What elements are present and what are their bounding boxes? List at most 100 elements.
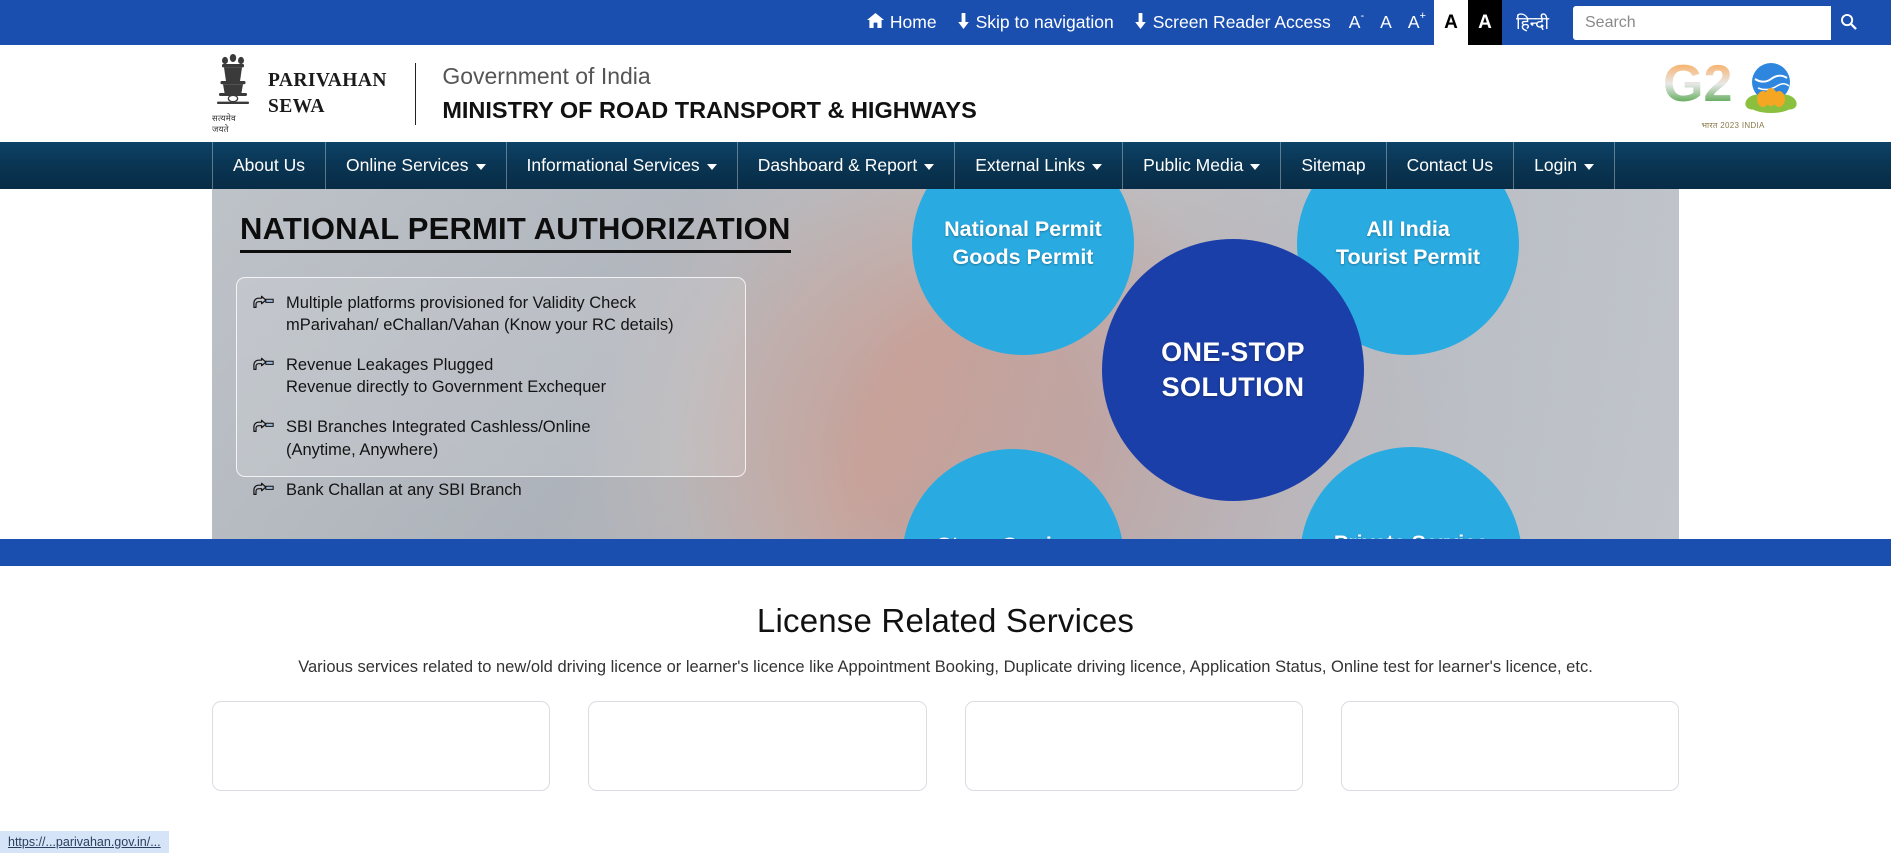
pointing-hand-icon: [253, 356, 275, 398]
header-divider: [414, 62, 417, 125]
service-card[interactable]: [1340, 701, 1679, 791]
chevron-down-icon: [706, 164, 717, 170]
utility-topbar: Home Skip to navigation Screen Reader Ac…: [0, 0, 1891, 45]
screen-reader-access-link[interactable]: Screen Reader Access: [1124, 12, 1341, 33]
banner-bullet-text: Multiple platforms provisioned for Valid…: [286, 294, 674, 335]
banner-bullet-text: SBI Branches Integrated Cashless/Online …: [286, 418, 591, 459]
g20-caption: भारत 2023 INDIA: [1701, 120, 1765, 130]
contrast-dark-label: A: [1478, 11, 1492, 33]
home-label: Home: [889, 12, 937, 32]
nav-item-contact-us[interactable]: Contact Us: [1387, 142, 1515, 189]
font-size-increase-sup: +: [1419, 10, 1426, 22]
permit-circle-national-permit: National Permit Goods Permit: [912, 189, 1134, 355]
carousel-slide[interactable]: NATIONAL PERMIT AUTHORIZATION Multiple p…: [212, 189, 1679, 539]
permit-circle-label: National Permit Goods Permit: [944, 217, 1102, 269]
section-description: Various services related to new/old driv…: [298, 658, 1593, 676]
service-card[interactable]: [588, 701, 927, 791]
chevron-down-icon: [1250, 164, 1261, 170]
service-card[interactable]: [212, 701, 551, 791]
brand-name: PARIVAHAN SEWA: [268, 68, 387, 119]
nav-item-public-media[interactable]: Public Media: [1123, 142, 1282, 189]
font-size-increase-label: A: [1407, 12, 1420, 32]
nav-label: Informational Services: [526, 155, 700, 175]
chevron-down-icon: [475, 164, 486, 170]
screen-reader-access-label: Screen Reader Access: [1152, 12, 1331, 32]
skip-to-navigation-label: Skip to navigation: [975, 12, 1114, 32]
font-size-decrease-sup: -: [1360, 10, 1365, 22]
emblem-caption: सत्यमेव जयते: [212, 113, 236, 134]
main-navigation: About Us Online Services Informational S…: [0, 142, 1891, 189]
chevron-down-icon: [1583, 164, 1594, 170]
permit-circle-label: All India Tourist Permit: [1335, 217, 1481, 269]
search-input[interactable]: [1573, 5, 1831, 40]
section-title: License Related Services: [756, 602, 1135, 639]
g20-india-logo: G2 भारत 2023 INDIA: [1663, 57, 1803, 131]
search-box: [1573, 5, 1865, 40]
hero-carousel: NATIONAL PERMIT AUTHORIZATION Multiple p…: [0, 189, 1891, 566]
pointing-hand-icon: [253, 481, 275, 503]
language-hindi-link[interactable]: हिन्दी: [1502, 11, 1565, 35]
ministry-name-label: MINISTRY OF ROAD TRANSPORT & HIGHWAYS: [442, 96, 977, 123]
search-button[interactable]: [1831, 5, 1865, 40]
search-icon: [1840, 13, 1857, 33]
brand-line-2: SEWA: [268, 95, 325, 117]
font-size-decrease-label: A: [1348, 12, 1361, 32]
home-icon: [866, 13, 884, 32]
banner-bullet-box: Multiple platforms provisioned for Valid…: [236, 277, 746, 499]
font-size-normal-button[interactable]: A: [1372, 12, 1400, 33]
down-arrow-icon: [1134, 12, 1147, 33]
banner-bullet: SBI Branches Integrated Cashless/Online …: [253, 416, 729, 460]
banner-bullet: Multiple platforms provisioned for Valid…: [253, 292, 729, 336]
svg-text:G2: G2: [1663, 57, 1732, 113]
nav-label: Sitemap: [1301, 155, 1366, 175]
pointing-hand-icon: [253, 294, 275, 336]
banner-bullet-text: Revenue Leakages Plugged Revenue directl…: [286, 356, 607, 397]
nav-item-dashboard-report[interactable]: Dashboard & Report: [738, 142, 956, 189]
nav-item-online-services[interactable]: Online Services: [326, 142, 507, 189]
chevron-down-icon: [924, 164, 935, 170]
skip-to-navigation-link[interactable]: Skip to navigation: [947, 12, 1124, 33]
service-card-row: [212, 701, 1679, 791]
font-size-decrease-button[interactable]: A-: [1341, 10, 1372, 33]
nav-label: About Us: [233, 155, 305, 175]
permit-circle-one-stop-solution: ONE-STOP SOLUTION: [1102, 239, 1364, 501]
permit-circle-stage-carriage: Stage Carriage Contract Carriage: [902, 449, 1124, 539]
nav-label: Online Services: [345, 155, 469, 175]
nav-label: Login: [1534, 155, 1577, 175]
nav-label: Dashboard & Report: [757, 155, 918, 175]
nav-label: Contact Us: [1406, 155, 1494, 175]
chevron-down-icon: [1092, 164, 1103, 170]
ministry-block: Government of India MINISTRY OF ROAD TRA…: [442, 60, 976, 126]
india-state-emblem: सत्यमेव जयते: [212, 52, 254, 135]
permit-circle-private-service-vehicle: Private Service Vehicle Permit: [1300, 447, 1522, 539]
nav-item-sitemap[interactable]: Sitemap: [1281, 142, 1387, 189]
nav-label: Public Media: [1143, 155, 1244, 175]
home-link[interactable]: Home: [857, 12, 947, 33]
nav-label: External Links: [975, 155, 1086, 175]
font-size-normal-label: A: [1380, 12, 1392, 32]
nav-item-informational-services[interactable]: Informational Services: [507, 142, 738, 189]
brand-block[interactable]: सत्यमेव जयते PARIVAHAN SEWA: [212, 52, 387, 135]
nav-item-external-links[interactable]: External Links: [955, 142, 1124, 189]
site-header: सत्यमेव जयते PARIVAHAN SEWA Government o…: [0, 45, 1891, 142]
banner-bullet-text: Bank Challan at any SBI Branch: [286, 480, 522, 499]
nav-item-about-us[interactable]: About Us: [212, 142, 326, 189]
font-size-increase-button[interactable]: A +: [1400, 10, 1434, 33]
browser-status-url: https://...parivahan.gov.in/...: [0, 831, 169, 853]
nav-item-login[interactable]: Login: [1514, 142, 1615, 189]
license-related-services-section: License Related Services Various service…: [0, 566, 1891, 791]
banner-bullet: Revenue Leakages Plugged Revenue directl…: [253, 354, 729, 398]
government-of-india-label: Government of India: [442, 63, 651, 90]
contrast-light-label: A: [1444, 11, 1458, 33]
service-card[interactable]: [964, 701, 1303, 791]
banner-bullet: Bank Challan at any SBI Branch: [253, 479, 729, 503]
permit-center-label: ONE-STOP SOLUTION: [1161, 336, 1305, 402]
banner-title: NATIONAL PERMIT AUTHORIZATION: [240, 211, 791, 253]
pointing-hand-icon: [253, 418, 275, 460]
banner-bottom-bar: [0, 539, 1891, 566]
contrast-light-toggle[interactable]: A: [1433, 0, 1468, 45]
contrast-dark-toggle[interactable]: A: [1467, 0, 1502, 45]
down-arrow-icon: [957, 12, 970, 33]
permit-circle-label: Stage Carriage Contract Carriage: [922, 532, 1104, 539]
permit-circle-label: Private Service Vehicle Permit: [1334, 530, 1488, 539]
